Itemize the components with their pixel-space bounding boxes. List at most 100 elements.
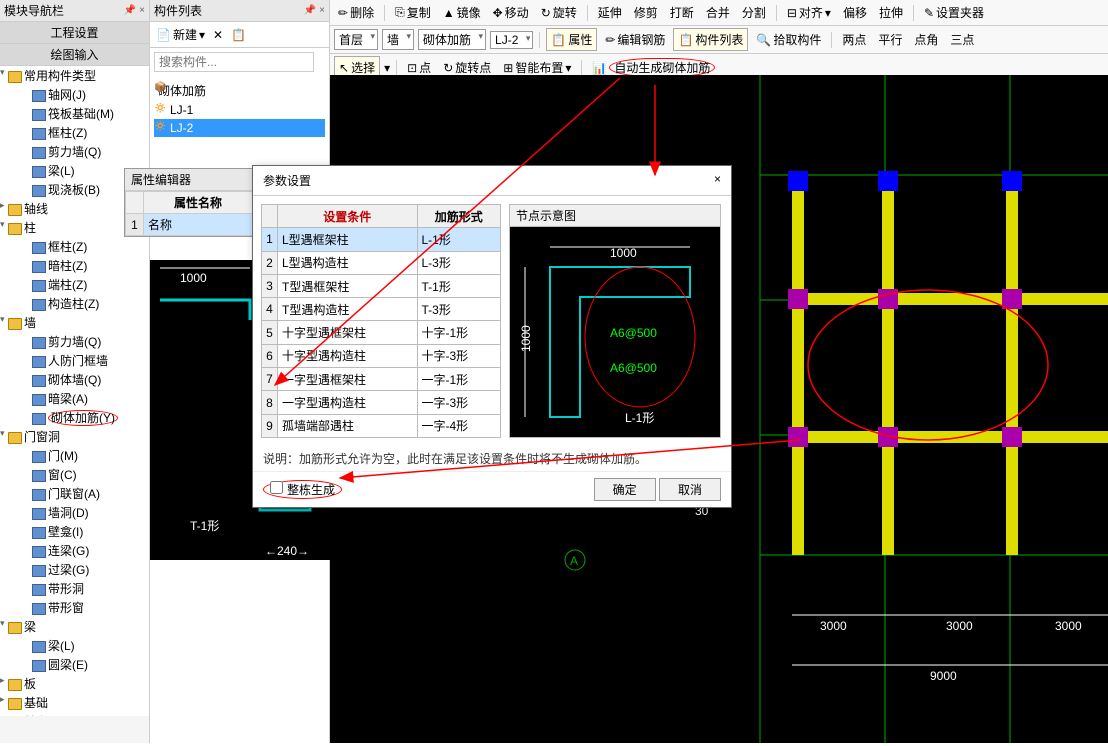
table-row[interactable]: 8一字型遇构造柱一字-3形: [262, 391, 501, 414]
break-button[interactable]: 打断: [666, 2, 698, 23]
folder-icon: [8, 679, 22, 691]
tree-wall[interactable]: 墙: [0, 313, 149, 332]
component-select[interactable]: LJ-2: [490, 31, 533, 49]
tree-item-shearwall[interactable]: 剪力墙(Q): [0, 142, 149, 161]
tree-item-shearwall2[interactable]: 剪力墙(Q): [0, 332, 149, 351]
nav-title: 模块导航栏: [4, 2, 64, 19]
svg-text:3000: 3000: [1055, 619, 1082, 633]
tree-item-doorwindow[interactable]: 门联窗(A): [0, 484, 149, 503]
delete-icon-button[interactable]: ✕: [211, 26, 225, 44]
table-row[interactable]: 2L型遇构造柱L-3形: [262, 251, 501, 274]
nav-section-draw[interactable]: 绘图输入: [0, 44, 149, 66]
ptangle-button[interactable]: 点角: [910, 29, 942, 50]
tree-other[interactable]: 其它: [0, 712, 149, 716]
mirror-button[interactable]: ▲ 镜像: [439, 2, 485, 23]
tree-item-ringbeam[interactable]: 圆梁(E): [0, 655, 149, 674]
prop-row-name[interactable]: 名称: [144, 214, 253, 236]
props-button[interactable]: 📋 属性: [546, 28, 597, 51]
tree-slab[interactable]: 板: [0, 674, 149, 693]
search-input[interactable]: [154, 52, 314, 72]
complist-pin-close[interactable]: 📌 ×: [304, 5, 325, 16]
property-grid: 属性名称 1名称: [125, 191, 253, 236]
tree-item-niche[interactable]: 壁龛(I): [0, 522, 149, 541]
slab-icon: [32, 185, 46, 197]
trim-button[interactable]: 修剪: [630, 2, 662, 23]
tree-item-window[interactable]: 窗(C): [0, 465, 149, 484]
svg-text:1000: 1000: [610, 246, 637, 260]
tree-item-masonryrebar[interactable]: 砌体加筋(Y): [0, 408, 149, 427]
close-icon[interactable]: ×: [714, 172, 721, 189]
table-row[interactable]: 4T型遇构造柱T-3形: [262, 298, 501, 321]
tree-item-framecol[interactable]: 框柱(Z): [0, 237, 149, 256]
twopt-button[interactable]: 两点: [838, 29, 870, 50]
wall-icon: [32, 356, 46, 368]
table-row[interactable]: 3T型遇框架柱T-1形: [262, 274, 501, 297]
nav-section-project[interactable]: 工程设置: [0, 22, 149, 44]
rotate-button[interactable]: ↻ 旋转: [537, 2, 581, 23]
align-button[interactable]: ⊟ 对齐 ▾: [783, 2, 835, 23]
tree-common[interactable]: 常用构件类型: [0, 66, 149, 85]
folder-icon: [8, 204, 22, 216]
tree-item-endcol[interactable]: 端柱(Z): [0, 275, 149, 294]
new-button[interactable]: 📄 新建 ▾: [154, 24, 207, 45]
type-select[interactable]: 砌体加筋: [418, 29, 486, 50]
table-row[interactable]: 1L型遇框架柱L-1形: [262, 228, 501, 251]
table-row[interactable]: 7一字型遇框架柱一字-1形: [262, 368, 501, 391]
cancel-button[interactable]: 取消: [659, 478, 721, 501]
dialog-titlebar[interactable]: 参数设置 ×: [253, 166, 731, 196]
tree-item-wallhole[interactable]: 墙洞(D): [0, 503, 149, 522]
checkbox-input[interactable]: [270, 481, 283, 494]
grip-button[interactable]: ✎ 设置夹器: [920, 2, 988, 23]
tree-item-defwall[interactable]: 人防门框墙: [0, 351, 149, 370]
folder-icon: [8, 698, 22, 710]
tree-item-masonrywall[interactable]: 砌体墙(Q): [0, 370, 149, 389]
category-select[interactable]: 墙: [382, 29, 414, 50]
copy-icon-button[interactable]: 📋: [229, 26, 248, 44]
settings-table: 设置条件加筋形式 1L型遇框架柱L-1形 2L型遇构造柱L-3形 3T型遇框架柱…: [261, 204, 501, 438]
copy-button[interactable]: ⎘ 复制: [391, 2, 435, 23]
complist-button[interactable]: 📋 构件列表: [673, 28, 748, 51]
threept-button[interactable]: 三点: [946, 29, 978, 50]
tree-item-struccol[interactable]: 构造柱(Z): [0, 294, 149, 313]
delete-button[interactable]: ✏ 删除: [334, 2, 378, 23]
tree-item-hiddenbeam[interactable]: 暗梁(A): [0, 389, 149, 408]
merge-button[interactable]: 合并: [702, 2, 734, 23]
offset-button[interactable]: 偏移: [839, 2, 871, 23]
whole-building-checkbox[interactable]: 整栋生成: [263, 480, 342, 499]
nav-pin-close[interactable]: 📌 ×: [124, 5, 145, 16]
table-row[interactable]: 9孤墙端部遇柱一字-4形: [262, 414, 501, 437]
tree-item-axis-grid[interactable]: 轴网(J): [0, 85, 149, 104]
tree-beam[interactable]: 梁: [0, 617, 149, 636]
tree-item-raft[interactable]: 筏板基础(M): [0, 104, 149, 123]
edit-rebar-button[interactable]: ✏ 编辑钢筋: [601, 29, 669, 50]
propedit-title: 属性编辑器: [125, 169, 253, 191]
move-button[interactable]: ✥ 移动: [489, 2, 533, 23]
tree-item-door[interactable]: 门(M): [0, 446, 149, 465]
comp-lj2[interactable]: LJ-2: [154, 119, 325, 137]
column-icon: [32, 280, 46, 292]
tree-item-hiddencol[interactable]: 暗柱(Z): [0, 256, 149, 275]
tree-item-coupbeam[interactable]: 连梁(G): [0, 541, 149, 560]
beam-icon: [32, 565, 46, 577]
stretch-button[interactable]: 拉伸: [875, 2, 907, 23]
tree-item-stripwin[interactable]: 带形窗: [0, 598, 149, 617]
split-button[interactable]: 分割: [738, 2, 770, 23]
comp-root[interactable]: 砌体加筋: [154, 80, 325, 101]
parallel-button[interactable]: 平行: [874, 29, 906, 50]
tree-base[interactable]: 基础: [0, 693, 149, 712]
beam-icon: [32, 660, 46, 672]
tree-item-beam[interactable]: 梁(L): [0, 636, 149, 655]
tree-item-lintel[interactable]: 过梁(G): [0, 560, 149, 579]
tree-item-stripopen[interactable]: 带形洞: [0, 579, 149, 598]
table-row[interactable]: 5十字型遇框架柱十字-1形: [262, 321, 501, 344]
table-row[interactable]: 6十字型遇构造柱十字-3形: [262, 344, 501, 367]
component-tree: 砌体加筋 LJ-1 LJ-2: [150, 76, 329, 141]
svg-text:T-1形: T-1形: [190, 519, 219, 533]
tree-item-frame-col[interactable]: 框柱(Z): [0, 123, 149, 142]
ok-button[interactable]: 确定: [594, 478, 656, 501]
pick-button[interactable]: 🔍 拾取构件: [752, 29, 825, 50]
tree-opening[interactable]: 门窗洞: [0, 427, 149, 446]
extend-button[interactable]: 延伸: [594, 2, 626, 23]
comp-lj1[interactable]: LJ-1: [154, 101, 325, 119]
floor-select[interactable]: 首层: [334, 29, 378, 50]
